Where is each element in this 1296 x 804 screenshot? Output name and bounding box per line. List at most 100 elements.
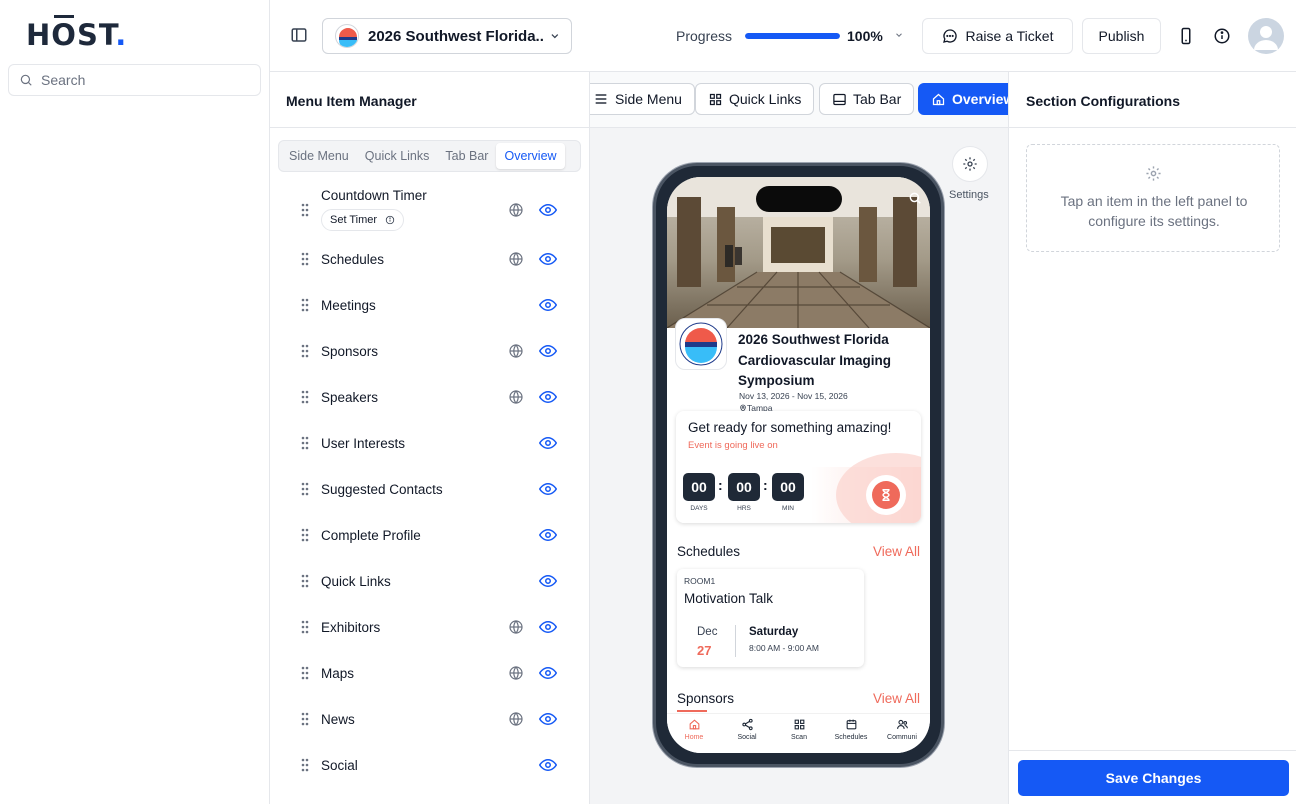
- preview-tab-side-menu[interactable]: Side Menu: [590, 83, 695, 115]
- event-select[interactable]: 2026 Southwest Florida...: [322, 18, 572, 54]
- publish-button[interactable]: Publish: [1082, 18, 1161, 54]
- eye-icon[interactable]: [538, 436, 558, 450]
- phone-tab-social[interactable]: Social: [724, 718, 770, 741]
- globe-icon[interactable]: [508, 251, 524, 267]
- drag-handle-icon[interactable]: [301, 712, 309, 726]
- phone-tab-home[interactable]: Home: [671, 718, 717, 741]
- eye-icon[interactable]: [538, 666, 558, 680]
- globe-icon[interactable]: [508, 665, 524, 681]
- eye-icon[interactable]: [538, 758, 558, 772]
- preview-tab-overview[interactable]: Overview: [918, 83, 1008, 115]
- event-title: 2026 Southwest Florida Cardiovascular Im…: [738, 332, 892, 388]
- menu-item[interactable]: News: [270, 696, 590, 742]
- globe-icon[interactable]: [508, 711, 524, 727]
- phone-tab-scan[interactable]: Scan: [776, 718, 822, 741]
- eye-icon[interactable]: [538, 712, 558, 726]
- manager-title: Menu Item Manager: [286, 93, 417, 109]
- raise-ticket-button[interactable]: Raise a Ticket: [922, 18, 1073, 54]
- menu-item[interactable]: Sponsors: [270, 328, 590, 374]
- menu-item[interactable]: Speakers: [270, 374, 590, 420]
- segment-side-menu[interactable]: Side Menu: [281, 143, 357, 169]
- share-icon: [741, 718, 753, 731]
- menu-item[interactable]: Quick Links: [270, 558, 590, 604]
- menu-item[interactable]: Maps: [270, 650, 590, 696]
- drag-handle-icon[interactable]: [301, 482, 309, 496]
- mobile-device-icon[interactable]: [1177, 27, 1195, 45]
- session-card[interactable]: ROOM1 Motivation Talk Dec 27 Saturday 8:…: [677, 569, 864, 667]
- settings-label: Settings: [949, 189, 989, 201]
- info-icon[interactable]: [1213, 27, 1231, 45]
- segment-overview[interactable]: Overview: [496, 143, 565, 169]
- segment-tab-bar[interactable]: Tab Bar: [437, 143, 496, 169]
- raise-ticket-label: Raise a Ticket: [965, 28, 1054, 44]
- preview-tab-label: Side Menu: [615, 91, 682, 107]
- menu-item-label: Sponsors: [321, 343, 379, 359]
- hourglass-icon: [866, 475, 906, 515]
- event-dates: Nov 13, 2026 - Nov 15, 2026: [739, 391, 848, 401]
- drag-handle-icon[interactable]: [301, 252, 309, 266]
- phone-tab-community[interactable]: Communi: [879, 718, 925, 741]
- sponsors-view-all-link[interactable]: View All: [873, 691, 920, 706]
- sponsors-section-title: Sponsors: [677, 691, 735, 706]
- schedules-view-all-link[interactable]: View All: [873, 544, 920, 559]
- countdown-subtitle: Event is going live on: [688, 440, 778, 451]
- preview-tab-tab-bar[interactable]: Tab Bar: [819, 83, 915, 115]
- eye-icon[interactable]: [538, 482, 558, 496]
- session-room: ROOM1: [684, 576, 716, 586]
- drag-handle-icon[interactable]: [301, 298, 309, 312]
- countdown-card[interactable]: Get ready for something amazing! Event i…: [676, 411, 921, 523]
- sidebar-toggle-icon[interactable]: [290, 26, 308, 44]
- info-icon: [381, 215, 395, 225]
- sidebar-search[interactable]: [8, 64, 261, 96]
- drag-handle-icon[interactable]: [301, 203, 309, 217]
- drag-handle-icon[interactable]: [301, 390, 309, 404]
- drag-handle-icon[interactable]: [301, 620, 309, 634]
- eye-icon[interactable]: [538, 252, 558, 266]
- drag-handle-icon[interactable]: [301, 528, 309, 542]
- drag-handle-icon[interactable]: [301, 574, 309, 588]
- save-changes-button[interactable]: Save Changes: [1018, 760, 1289, 796]
- drag-handle-icon[interactable]: [301, 758, 309, 772]
- eye-icon[interactable]: [538, 390, 558, 404]
- eye-icon[interactable]: [538, 528, 558, 542]
- menu-item[interactable]: Meetings: [270, 282, 590, 328]
- menu-item[interactable]: Exhibitors: [270, 604, 590, 650]
- event-name: 2026 Southwest Florida...: [368, 27, 544, 45]
- menu-item[interactable]: Suggested Contacts: [270, 466, 590, 512]
- gear-icon: [963, 157, 977, 171]
- eye-icon[interactable]: [538, 298, 558, 312]
- globe-icon[interactable]: [508, 343, 524, 359]
- menu-item-label: Schedules: [321, 251, 385, 267]
- globe-icon[interactable]: [508, 619, 524, 635]
- progress-chevron-icon[interactable]: [894, 30, 904, 40]
- event-logo-badge: [675, 318, 727, 370]
- phone-tab-label: Schedules: [834, 734, 868, 741]
- phone-tab-schedules[interactable]: Schedules: [828, 718, 874, 741]
- search-icon[interactable]: [908, 191, 922, 205]
- session-day: 27: [697, 643, 712, 658]
- menu-item[interactable]: User Interests: [270, 420, 590, 466]
- menu-item[interactable]: Social: [270, 742, 590, 788]
- eye-icon[interactable]: [538, 620, 558, 634]
- segment-quick-links[interactable]: Quick Links: [357, 143, 438, 169]
- eye-icon[interactable]: [538, 203, 558, 217]
- countdown-heading: Get ready for something amazing!: [688, 420, 892, 435]
- globe-icon[interactable]: [508, 202, 524, 218]
- globe-icon[interactable]: [508, 389, 524, 405]
- preview-tab-quick-links[interactable]: Quick Links: [695, 83, 815, 115]
- phone-tab-label: Communi: [887, 734, 917, 741]
- eye-icon[interactable]: [538, 574, 558, 588]
- menu-item[interactable]: Schedules: [270, 236, 590, 282]
- config-title: Section Configurations: [1026, 93, 1180, 109]
- menu-item[interactable]: Complete Profile: [270, 512, 590, 558]
- host-logo[interactable]: HOST.: [26, 15, 127, 52]
- eye-icon[interactable]: [538, 344, 558, 358]
- drag-handle-icon[interactable]: [301, 666, 309, 680]
- menu-item[interactable]: Countdown Timer Set Timer: [270, 184, 590, 236]
- set-timer-button[interactable]: Set Timer: [321, 209, 405, 231]
- search-input[interactable]: [41, 72, 241, 88]
- drag-handle-icon[interactable]: [301, 436, 309, 450]
- user-avatar[interactable]: [1248, 18, 1284, 54]
- preview-settings-button[interactable]: [952, 146, 988, 182]
- drag-handle-icon[interactable]: [301, 344, 309, 358]
